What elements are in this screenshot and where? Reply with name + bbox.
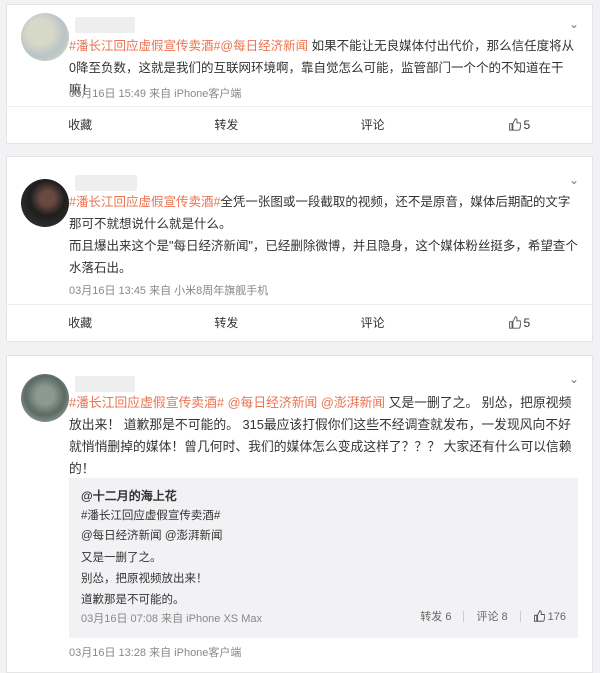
comment-button[interactable]: 评论 — [300, 107, 446, 143]
favorite-button[interactable]: 收藏 — [7, 107, 153, 143]
divider — [463, 610, 465, 622]
repost-line-3: 道歉那是不可能的。 — [81, 594, 185, 606]
post-text: #潘长江回应虚假宣传卖酒# @每日经济新闻 @澎湃新闻 又是一删了之。 别怂，把… — [69, 392, 578, 480]
like-button[interactable]: 5 — [446, 305, 592, 341]
weibo-post-1: ⌄ #潘长江回应虚假宣传卖酒#@每日经济新闻 如果不能让无良媒体付出代价，那么信… — [6, 4, 593, 144]
post-meta: 03月16日 15:49 来自 iPhone客户端 — [69, 88, 242, 100]
thumbs-up-icon — [508, 118, 521, 131]
topic-link[interactable]: #潘长江回应虚假宣传卖酒# — [69, 195, 220, 209]
repost-line-1: 又是一删了之。 — [81, 552, 162, 564]
weibo-post-3: ⌄ #潘长江回应虚假宣传卖酒# @每日经济新闻 @澎湃新闻 又是一删了之。 别怂… — [6, 355, 593, 673]
chevron-down-icon[interactable]: ⌄ — [566, 372, 582, 386]
action-bar: 收藏 转发 评论 5 — [7, 304, 592, 341]
comment-count-button[interactable]: 评论 8 — [476, 608, 507, 624]
username-blurred[interactable] — [75, 175, 137, 191]
mention-link-2[interactable]: @澎湃新闻 — [321, 395, 385, 410]
avatar[interactable] — [21, 179, 69, 227]
post-meta: 03月16日 13:28 来自 iPhone客户端 — [69, 647, 242, 659]
chevron-down-icon[interactable]: ⌄ — [566, 173, 582, 187]
thumbs-up-icon — [508, 316, 521, 329]
favorite-button[interactable]: 收藏 — [7, 305, 153, 341]
like-count: 5 — [523, 316, 531, 330]
like-count: 5 — [523, 118, 531, 132]
weibo-post-2: ⌄ #潘长江回应虚假宣传卖酒#全凭一张图或一段截取的视频，还不是原音，媒体后期配… — [6, 156, 593, 342]
repost-meta: 03月16日 07:08 来自 iPhone XS Max — [81, 613, 262, 625]
topic-link[interactable]: #潘长江回应虚假宣传卖酒# — [69, 395, 224, 410]
like-count: 176 — [547, 610, 566, 623]
post-content-2: 而且爆出来这个是"每日经济新闻"，已经删除微博，并且隐身，这个媒体粉丝挺多，希望… — [69, 239, 578, 275]
mention-link[interactable]: @每日经济新闻 — [228, 395, 318, 410]
repost-count-button[interactable]: 转发 6 — [420, 608, 451, 624]
post-meta: 03月16日 13:45 来自 小米8周年旗舰手机 — [69, 285, 269, 297]
like-count-button[interactable]: 176 — [533, 609, 566, 623]
repost-topic-link[interactable]: #潘长江回应虚假宣传卖酒# — [81, 508, 220, 524]
mention-link[interactable]: @每日经济新闻 — [220, 39, 308, 53]
repost-button[interactable]: 转发 — [153, 305, 299, 341]
repost-line-2: 别怂，把原视频放出来！ — [81, 573, 208, 585]
username-blurred[interactable] — [75, 17, 135, 33]
thumbs-up-icon — [533, 609, 545, 622]
repost-button[interactable]: 转发 — [153, 107, 299, 143]
topic-link[interactable]: #潘长江回应虚假宣传卖酒# — [69, 39, 220, 53]
avatar[interactable] — [21, 13, 69, 61]
reposted-weibo[interactable]: @十二月的海上花 #潘长江回应虚假宣传卖酒# @每日经济新闻 @澎湃新闻 又是一… — [69, 478, 578, 638]
comment-button[interactable]: 评论 — [300, 305, 446, 341]
avatar[interactable] — [21, 374, 69, 422]
like-button[interactable]: 5 — [446, 107, 592, 143]
repost-mentions[interactable]: @每日经济新闻 @澎湃新闻 — [81, 528, 223, 544]
post-text: #潘长江回应虚假宣传卖酒#全凭一张图或一段截取的视频，还不是原音，媒体后期配的文… — [69, 191, 578, 279]
username-blurred[interactable] — [75, 376, 135, 392]
repost-author[interactable]: @十二月的海上花 — [81, 488, 177, 504]
repost-stats: 转发 6 评论 8 176 — [420, 608, 566, 624]
chevron-down-icon[interactable]: ⌄ — [566, 17, 582, 31]
divider — [519, 610, 521, 622]
action-bar: 收藏 转发 评论 5 — [7, 106, 592, 143]
